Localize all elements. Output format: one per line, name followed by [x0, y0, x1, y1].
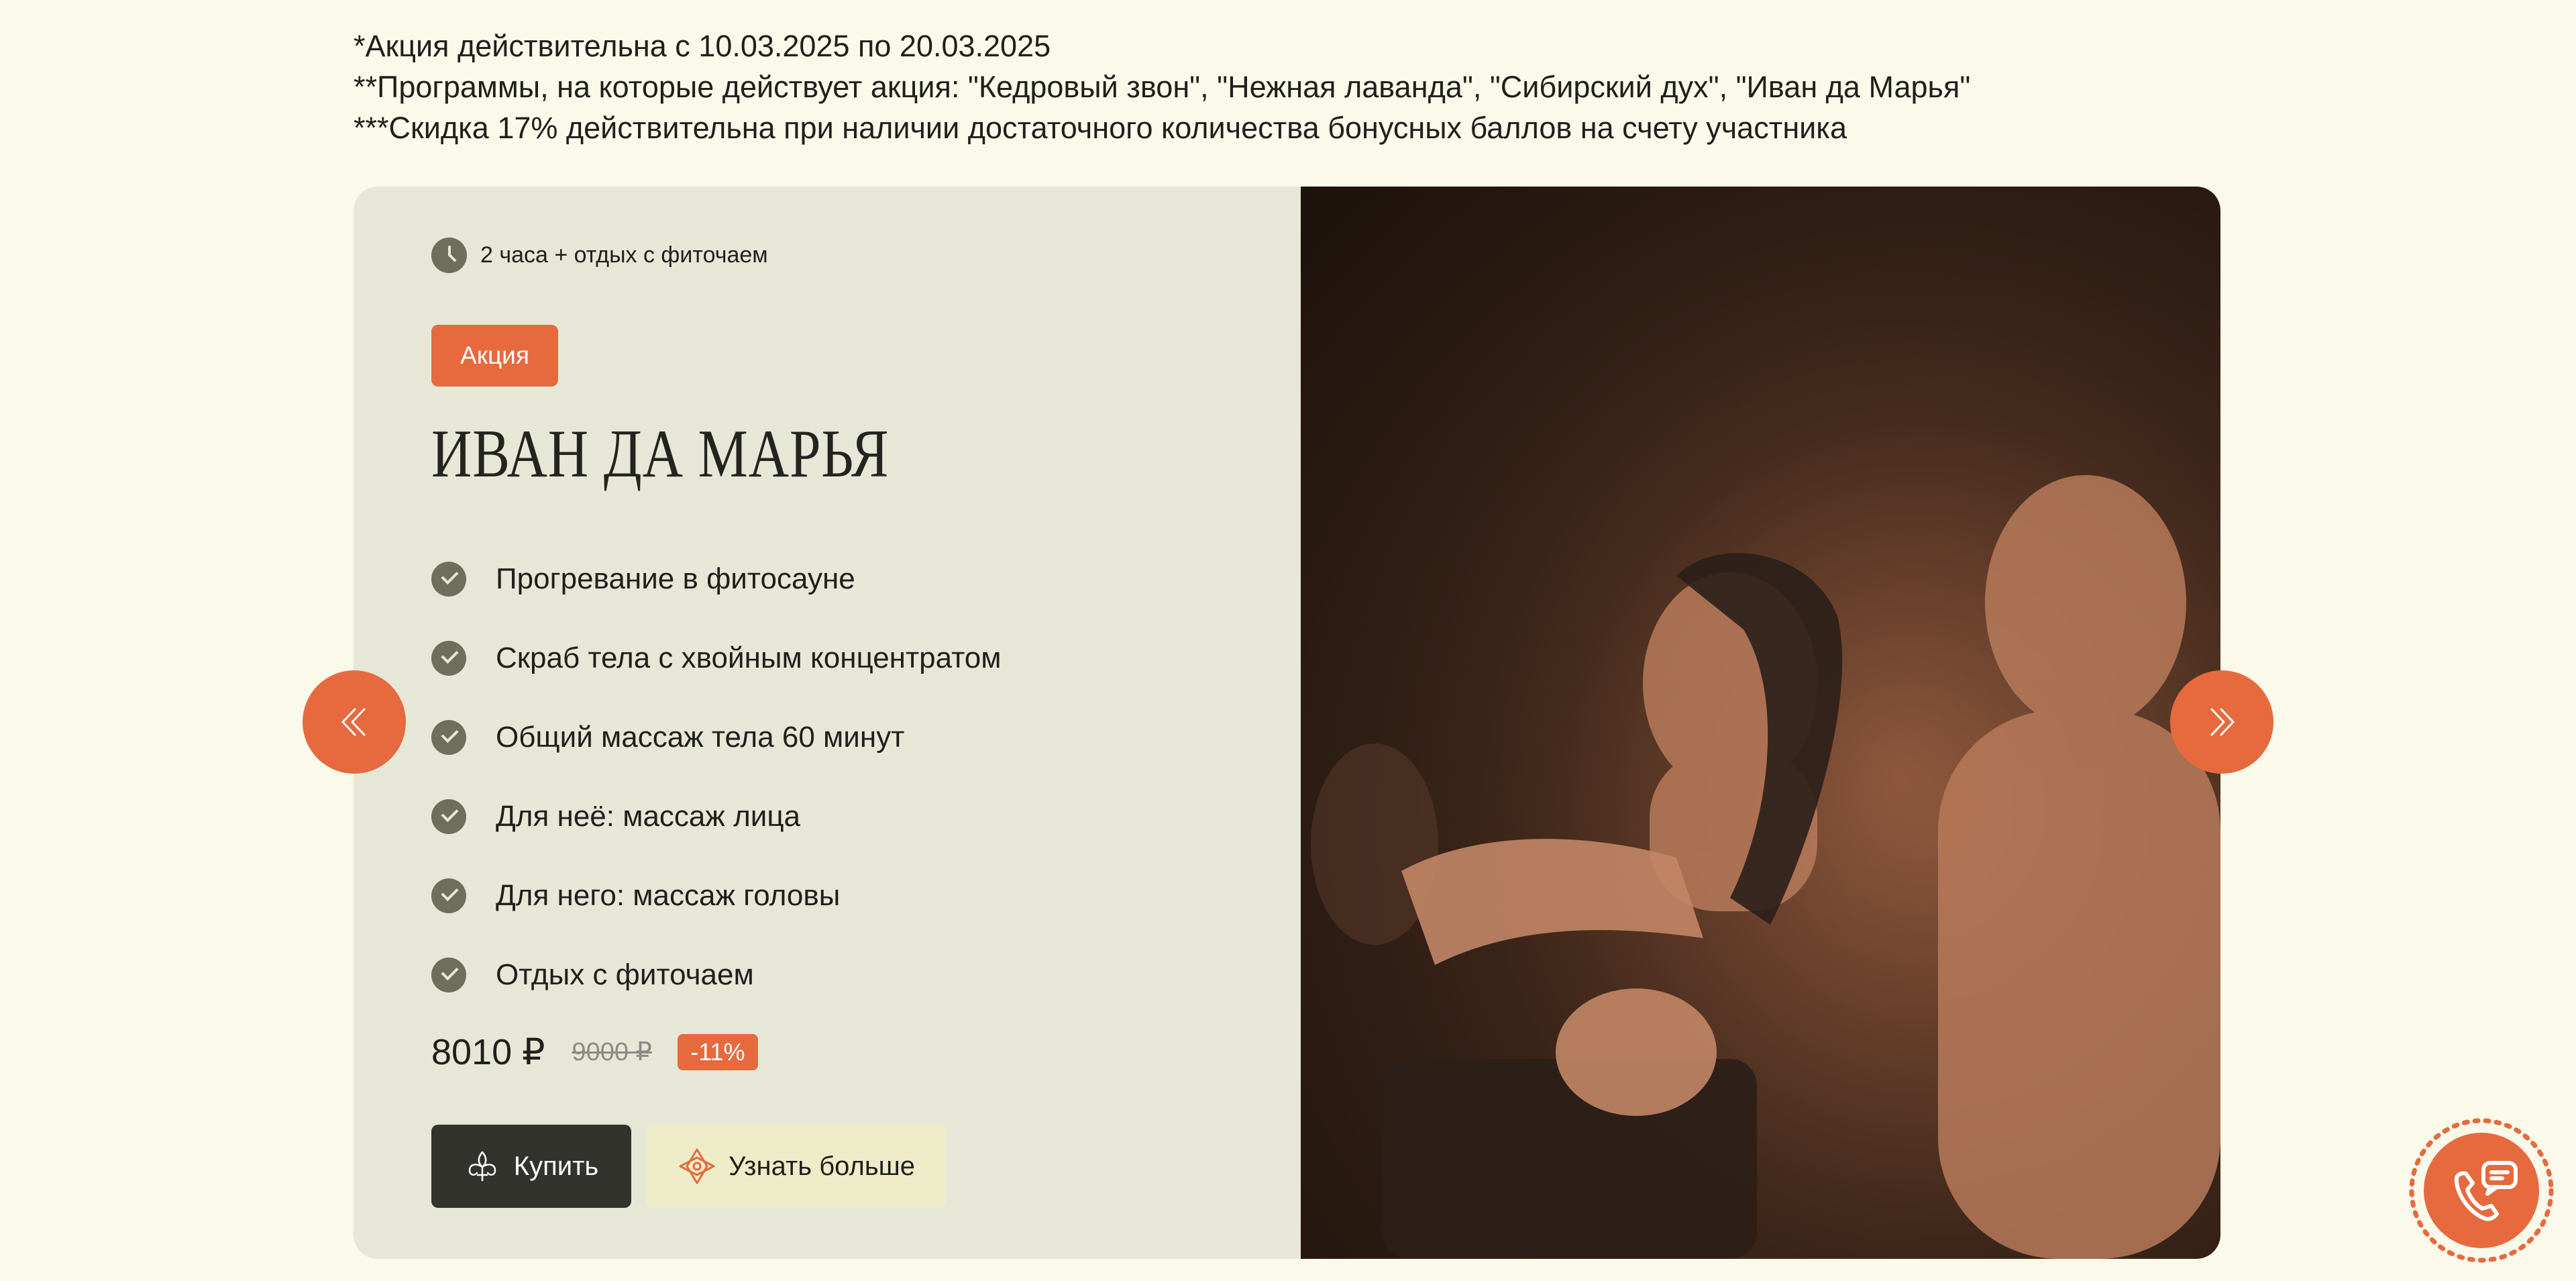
learn-more-button[interactable]: Узнать больше — [646, 1125, 947, 1208]
prev-slide-button[interactable] — [303, 670, 406, 774]
old-price: 9000 ₽ — [572, 1038, 652, 1066]
feature-item: Прогревание в фитосауне — [431, 540, 1001, 619]
compass-ornament-icon — [679, 1148, 715, 1184]
next-slide-button[interactable] — [2170, 670, 2273, 774]
feature-list: Прогревание в фитосауне Скраб тела с хво… — [431, 540, 1001, 1015]
duration-text: 2 часа + отдых с фиточаем — [480, 242, 768, 268]
check-circle-icon — [431, 878, 466, 913]
promo-note: *Акция действительна с 10.03.2025 по 20.… — [354, 29, 1051, 63]
couple-photo-illustration — [1301, 187, 2220, 1259]
promo-notes: *Акция действительна с 10.03.2025 по 20.… — [354, 25, 2299, 148]
double-chevron-left-icon — [341, 708, 366, 736]
buy-button[interactable]: Купить — [431, 1125, 631, 1208]
check-circle-icon — [431, 720, 466, 755]
duration: 2 часа + отдых с фиточаем — [431, 238, 768, 273]
learn-more-label: Узнать больше — [728, 1151, 916, 1181]
contact-widget-button[interactable] — [2408, 1117, 2555, 1264]
check-circle-icon — [431, 958, 466, 992]
discount-badge: -11% — [677, 1033, 758, 1070]
feature-item: Общий массаж тела 60 минут — [431, 698, 1001, 777]
check-circle-icon — [431, 641, 466, 676]
fleur-de-lis-icon — [468, 1151, 496, 1182]
program-photo — [1301, 187, 2220, 1259]
feature-item: Для него: массаж головы — [431, 856, 1001, 935]
double-chevron-right-icon — [2210, 708, 2235, 736]
program-title: ИВАН ДА МАРЬЯ — [431, 416, 890, 492]
feature-text: Прогревание в фитосауне — [496, 562, 855, 595]
current-price: 8010 ₽ — [431, 1032, 545, 1072]
phone-chat-icon — [2409, 1118, 2554, 1263]
feature-item: Для неё: массаж лица — [431, 777, 1001, 856]
price-block: 8010 ₽ 9000 ₽ -11% — [431, 1031, 758, 1073]
program-card: 2 часа + отдых с фиточаем Акция ИВАН ДА … — [354, 187, 2220, 1259]
buy-label: Купить — [513, 1151, 599, 1181]
check-circle-icon — [431, 799, 466, 834]
feature-text: Для неё: массаж лица — [496, 800, 800, 833]
promo-note: ***Скидка 17% действительна при наличии … — [354, 111, 1847, 145]
feature-text: Отдых с фиточаем — [496, 958, 754, 991]
feature-item: Отдых с фиточаем — [431, 935, 1001, 1015]
promo-note: **Программы, на которые действует акция:… — [354, 70, 1971, 104]
feature-text: Общий массаж тела 60 минут — [496, 721, 905, 754]
feature-item: Скраб тела с хвойным концентратом — [431, 619, 1001, 698]
check-circle-icon — [431, 562, 466, 597]
program-details: 2 часа + отдых с фиточаем Акция ИВАН ДА … — [354, 187, 1301, 1259]
promo-badge: Акция — [431, 325, 558, 387]
feature-text: Скраб тела с хвойным концентратом — [496, 642, 1002, 674]
feature-text: Для него: массаж головы — [496, 879, 841, 912]
clock-icon — [431, 238, 467, 273]
